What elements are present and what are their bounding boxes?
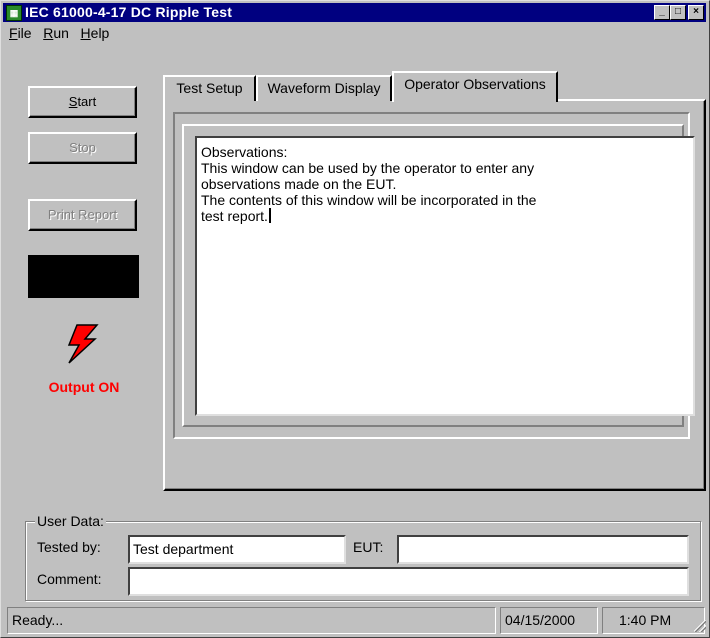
menu-file[interactable]: File xyxy=(5,23,36,43)
menu-bar: File Run Help xyxy=(5,23,113,43)
tab-operator-observations[interactable]: Operator Observations xyxy=(392,71,558,102)
menu-help[interactable]: Help xyxy=(77,23,114,43)
resize-grip[interactable] xyxy=(694,620,706,632)
maximize-button[interactable]: □ xyxy=(670,5,686,20)
tab-test-setup[interactable]: Test Setup xyxy=(163,75,256,101)
comment-label: Comment: xyxy=(37,571,102,587)
output-status-label: Output ON xyxy=(48,379,120,395)
tested-by-label: Tested by: xyxy=(37,539,101,555)
stop-button[interactable]: Stop xyxy=(28,132,137,164)
title-bar[interactable]: ▦ IEC 61000-4-17 DC Ripple Test _ □ × xyxy=(3,3,706,22)
observations-textarea[interactable]: Observations: This window can be used by… xyxy=(195,136,695,416)
user-data-label: User Data: xyxy=(35,513,106,529)
status-bar: Ready... 04/15/2000 1:40 PM xyxy=(7,607,708,634)
eut-label: EUT: xyxy=(353,539,384,555)
window-title: IEC 61000-4-17 DC Ripple Test xyxy=(25,4,233,20)
status-message: Ready... xyxy=(7,607,496,634)
tested-by-field[interactable]: Test department xyxy=(128,535,346,564)
status-date: 04/15/2000 xyxy=(500,607,598,634)
menu-run[interactable]: Run xyxy=(39,23,73,43)
start-button[interactable]: Start xyxy=(28,86,137,118)
print-report-button[interactable]: Print Report xyxy=(28,199,137,231)
comment-field[interactable] xyxy=(128,567,689,596)
main-window: ▦ IEC 61000-4-17 DC Ripple Test _ □ × Fi… xyxy=(0,0,710,638)
app-icon[interactable]: ▦ xyxy=(6,5,22,21)
close-button[interactable]: × xyxy=(688,5,704,20)
status-display xyxy=(28,255,139,298)
minimize-button[interactable]: _ xyxy=(654,5,670,20)
lightning-bolt-icon xyxy=(67,324,99,364)
tab-waveform-display[interactable]: Waveform Display xyxy=(256,75,392,101)
text-cursor xyxy=(268,208,271,223)
eut-field[interactable] xyxy=(397,535,689,564)
status-time: 1:40 PM xyxy=(602,607,705,634)
